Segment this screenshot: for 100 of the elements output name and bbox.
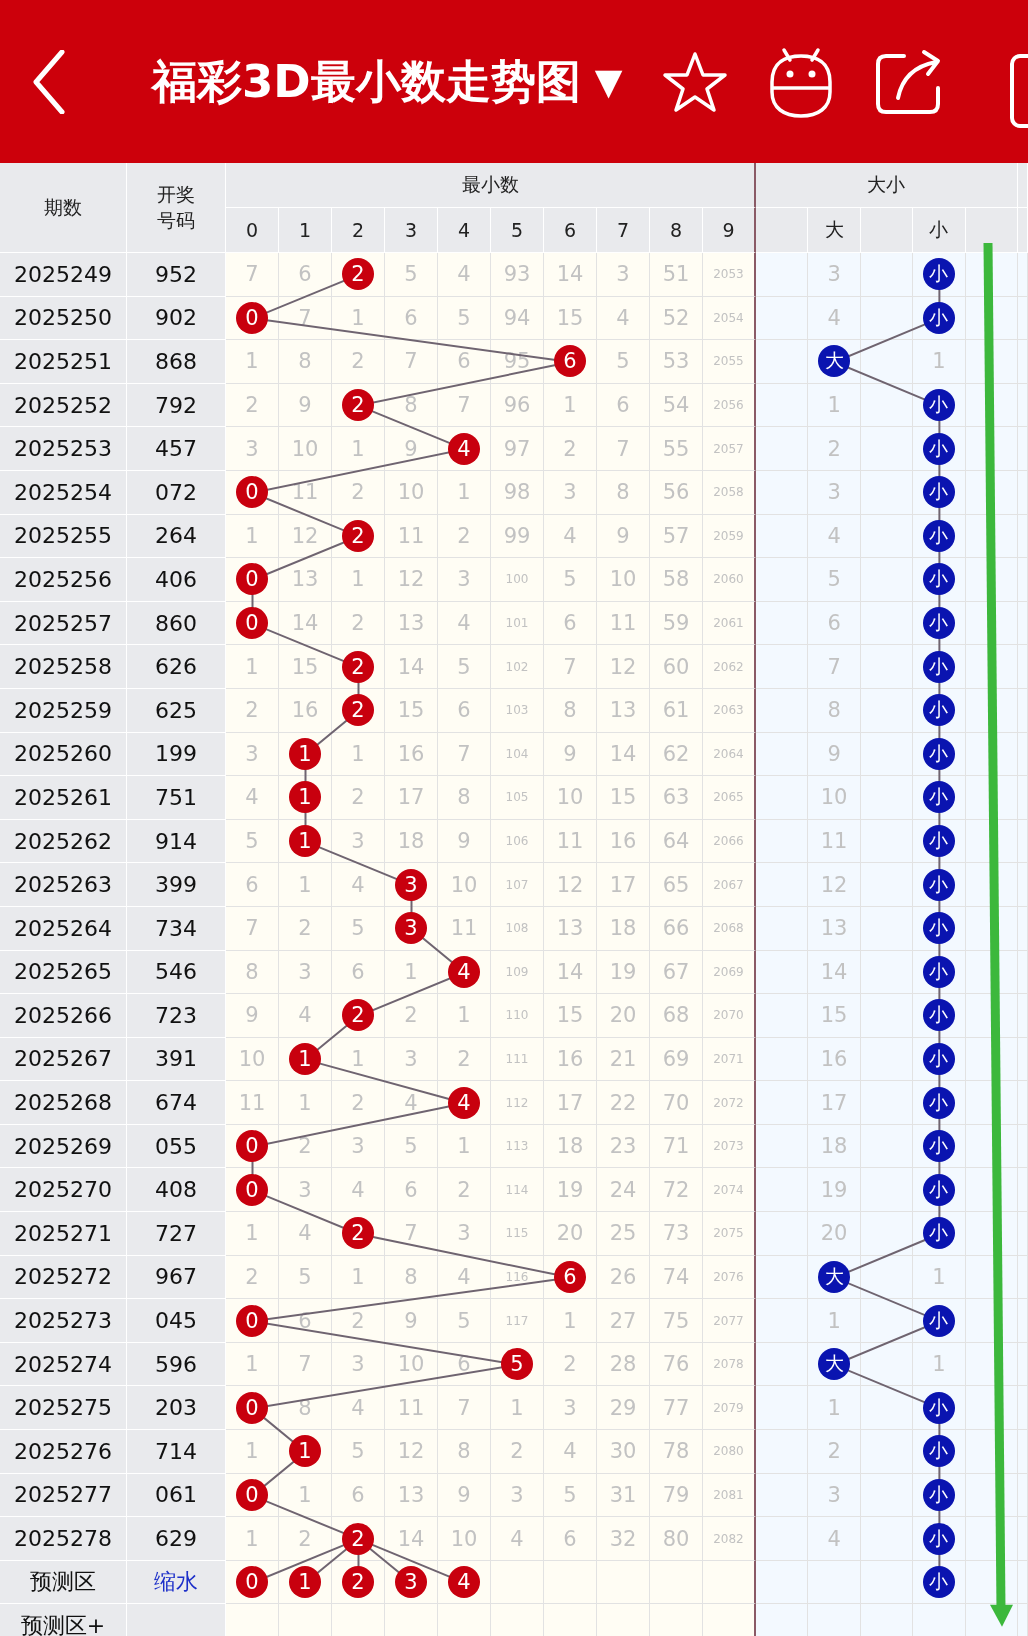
number-ball: 小	[922, 650, 955, 683]
table-cell: 106	[491, 819, 544, 864]
table-cell: 60	[650, 645, 703, 689]
table-cell: 57	[650, 514, 703, 559]
draw-number-cell: 723	[127, 994, 226, 1038]
table-cell: 3	[332, 1342, 385, 1387]
number-ball: 0	[236, 476, 268, 509]
table-cell: 2	[808, 427, 861, 471]
number-ball: 2	[342, 650, 374, 683]
period-cell: 2025275	[0, 1386, 127, 1431]
number-ball: 大	[818, 1260, 851, 1293]
table-cell: 7	[226, 253, 279, 297]
table-cell: 51	[650, 253, 703, 297]
table-cell: 3	[279, 1168, 332, 1213]
table-cell: 3	[808, 253, 861, 297]
number-ball: 小	[922, 781, 955, 814]
number-ball: 0	[236, 1478, 268, 1511]
table-cell: 2053	[703, 253, 756, 297]
table-cell: 10	[385, 470, 438, 515]
table-cell: 4	[385, 1081, 438, 1125]
table-cell: 6	[385, 296, 438, 341]
star-icon[interactable]	[662, 50, 729, 113]
period-cell: 2025270	[0, 1168, 127, 1213]
period-cell: 2025263	[0, 863, 127, 907]
column-header: 0	[226, 208, 279, 253]
table-cell: 19	[597, 950, 650, 995]
table-cell: 13	[597, 688, 650, 733]
number-ball: 1	[289, 781, 321, 814]
number-ball: 1	[289, 825, 321, 857]
draw-number-cell: 751	[127, 776, 226, 820]
robot-icon[interactable]	[768, 45, 835, 118]
number-ball: 小	[922, 1478, 955, 1511]
table-cell: 2	[808, 1430, 861, 1474]
draw-number-cell: 626	[127, 645, 226, 689]
table-cell: 14	[808, 950, 861, 995]
back-icon[interactable]	[32, 49, 66, 114]
table-cell: 11	[385, 514, 438, 559]
table-cell: 19	[808, 1168, 861, 1213]
filter-link[interactable]: 缩水	[127, 1560, 226, 1605]
period-cell: 2025259	[0, 688, 127, 733]
table-cell: 64	[650, 819, 703, 864]
table-cell: 62	[650, 732, 703, 777]
draw-number-cell: 399	[127, 863, 226, 907]
table-cell: 12	[808, 863, 861, 907]
table-cell: 8	[438, 1430, 491, 1474]
table-cell: 20	[808, 1212, 861, 1256]
period-cell: 2025252	[0, 383, 127, 428]
column-header: 2	[332, 208, 385, 253]
period-cell: 2025262	[0, 819, 127, 864]
table-cell: 17	[385, 776, 438, 820]
draw-number-cell: 391	[127, 1037, 226, 1082]
table-cell: 2077	[703, 1299, 756, 1343]
column-header: 期数	[0, 163, 127, 253]
draw-number-cell: 727	[127, 1212, 226, 1256]
table-cell: 14	[385, 645, 438, 689]
number-ball: 小	[922, 737, 955, 770]
column-header: 4	[438, 208, 491, 253]
table-cell: 4	[544, 514, 597, 559]
number-ball: 小	[922, 868, 955, 901]
draw-number-cell: 055	[127, 1124, 226, 1169]
column-header: 开奖 号码	[127, 163, 226, 253]
table-cell: 2080	[703, 1430, 756, 1474]
number-ball: 小	[922, 1086, 955, 1119]
table-cell: 9	[438, 819, 491, 864]
table-cell: 1	[226, 340, 279, 384]
table-cell: 17	[597, 863, 650, 907]
table-cell: 72	[650, 1168, 703, 1213]
number-ball: 小	[922, 1566, 955, 1599]
table-cell: 2072	[703, 1081, 756, 1125]
table-cell: 110	[491, 994, 544, 1038]
number-ball: 1	[289, 1043, 321, 1075]
number-ball: 0	[236, 607, 268, 640]
table-cell: 4	[279, 994, 332, 1038]
page-title[interactable]: 福彩3D最小数走势图	[152, 51, 581, 112]
table-cell: 9	[544, 732, 597, 777]
table-cell: 8	[808, 688, 861, 733]
table-cell: 3	[385, 1037, 438, 1082]
table-cell: 6	[438, 340, 491, 384]
table-cell: 2	[332, 601, 385, 646]
table-cell: 15	[597, 776, 650, 820]
table-cell: 28	[597, 1342, 650, 1387]
draw-number-cell: 914	[127, 819, 226, 864]
table-cell: 13	[544, 906, 597, 951]
table-cell: 3	[438, 558, 491, 602]
table-cell: 3	[491, 1473, 544, 1518]
dropdown-arrow[interactable]: ▼	[594, 61, 623, 102]
table-cell: 3	[544, 470, 597, 515]
number-ball: 小	[922, 1522, 955, 1555]
table-cell: 1	[491, 1386, 544, 1431]
table-cell: 15	[544, 296, 597, 341]
number-ball: 小	[922, 1304, 955, 1337]
table-cell: 1	[808, 383, 861, 428]
table-cell: 12	[385, 558, 438, 602]
table-cell: 4	[279, 1212, 332, 1256]
number-ball: 小	[922, 955, 955, 988]
table-cell: 105	[491, 776, 544, 820]
table-cell: 7	[597, 427, 650, 471]
table-cell: 7	[438, 732, 491, 777]
table-cell: 1	[226, 514, 279, 559]
column-header: 最小数	[226, 163, 756, 208]
